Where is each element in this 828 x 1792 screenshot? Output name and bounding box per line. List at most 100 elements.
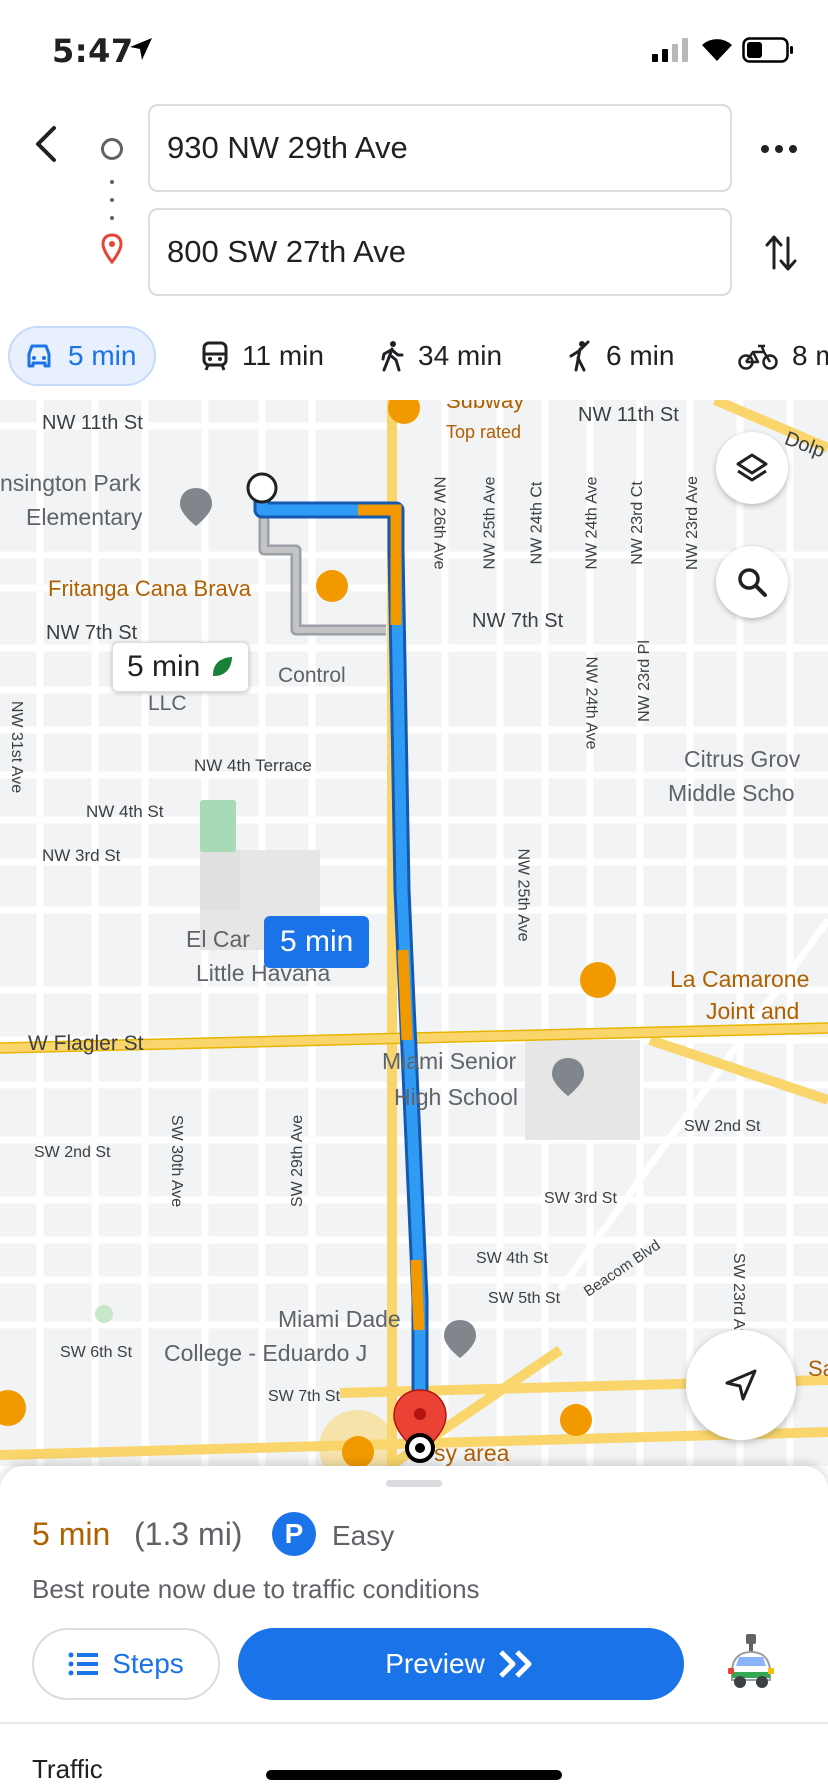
place-label-restaurant[interactable]: Fritanga Cana Brava <box>48 576 251 602</box>
place-label-school[interactable]: Citrus Grov <box>684 746 800 773</box>
street-label: SW 30th Ave <box>168 1114 186 1208</box>
route-reason: Best route now due to traffic conditions <box>32 1574 480 1604</box>
eta-text: 5 min <box>32 1516 111 1552</box>
street-label: NW 11th St <box>578 404 679 426</box>
sheet-drag-handle[interactable] <box>386 1480 442 1487</box>
park-area <box>200 800 236 852</box>
place-label-college[interactable]: College - Eduardo J <box>164 1340 367 1367</box>
route-details-sheet[interactable]: 5 min (1.3 mi) P Easy Best route now due… <box>0 1466 828 1792</box>
restaurant-icon[interactable] <box>560 1404 592 1436</box>
walk-icon <box>381 341 404 372</box>
list-icon <box>68 1652 99 1676</box>
place-label-business[interactable]: Control <box>278 664 346 688</box>
eco-leaf-icon <box>213 656 233 677</box>
location-arrow-icon <box>130 38 152 60</box>
street-label: SW 4th St <box>476 1250 549 1267</box>
preview-button-label: Preview <box>385 1648 485 1679</box>
tab-walking[interactable]: 34 min <box>380 326 502 386</box>
street-label: NW 24th Ave <box>582 656 600 750</box>
park-dot <box>95 1305 113 1323</box>
swap-icon[interactable] <box>764 232 798 274</box>
street-label: SW 5th St <box>488 1290 561 1307</box>
back-arrow-icon[interactable] <box>26 122 66 166</box>
place-label-business[interactable]: LLC <box>148 692 187 716</box>
destination-field[interactable]: 800 SW 27th Ave <box>148 208 732 296</box>
street-label: NW 24th Ave <box>583 476 601 570</box>
street-label: NW 4th Terrace <box>194 756 312 775</box>
traffic-slow-segment <box>410 1259 425 1331</box>
place-label-restaurant[interactable]: La Camarone <box>670 966 809 993</box>
search-map-button[interactable] <box>716 546 788 618</box>
clock: 5:47 <box>52 32 134 70</box>
recenter-button[interactable] <box>686 1330 796 1440</box>
street-label: NW 25th Ave <box>514 848 532 942</box>
street-label: NW 26th Ave <box>430 476 448 570</box>
place-label-college[interactable]: Miami Dade <box>278 1306 401 1333</box>
preview-button[interactable]: Preview <box>238 1628 684 1700</box>
place-label-school[interactable]: nsington Park <box>0 470 141 497</box>
street-label: NW 23rd Ave <box>683 476 701 570</box>
tab-transit[interactable]: 11 min <box>202 326 324 386</box>
street-label: NW 7th St <box>472 610 564 632</box>
tab-transit-label: 11 min <box>242 340 324 371</box>
search-icon <box>738 568 767 597</box>
tab-rideshare[interactable]: 6 min <box>566 326 674 386</box>
traffic-section-title: Traffic <box>32 1754 103 1784</box>
place-label-school[interactable]: Miami Senior <box>382 1048 516 1075</box>
place-label-subway[interactable]: Subway <box>446 400 524 414</box>
wifi-icon <box>702 39 732 61</box>
double-chevron-right-icon <box>499 1650 532 1678</box>
steps-button[interactable]: Steps <box>32 1628 220 1700</box>
street-label: NW 4th St <box>86 802 164 821</box>
main-route-label[interactable]: 5 min <box>264 916 370 968</box>
origin-field[interactable]: 930 NW 29th Ave <box>148 104 732 192</box>
layers-button[interactable] <box>716 432 788 504</box>
college-pin-icon[interactable] <box>444 1320 476 1358</box>
map-canvas[interactable] <box>0 400 828 1466</box>
distance-text: (1.3 mi) <box>134 1516 243 1552</box>
tab-driving[interactable]: 5 min <box>8 326 157 386</box>
steps-button-label: Steps <box>112 1648 184 1679</box>
street-label: SW 29th Ave <box>289 1114 307 1208</box>
street-view-car-icon[interactable] <box>726 1632 776 1696</box>
rideshare-icon <box>569 340 590 372</box>
place-label-school[interactable]: High School <box>394 1084 518 1111</box>
origin-marker <box>246 472 278 504</box>
tab-cycling[interactable]: 8 m <box>738 326 828 386</box>
transit-icon <box>202 341 228 371</box>
alt-route-label[interactable]: 5 min <box>112 642 250 692</box>
street-label: SW 3rd St <box>544 1190 617 1207</box>
tab-rideshare-label: 6 min <box>606 340 675 371</box>
car-icon <box>27 344 51 368</box>
travel-mode-tabs: 5 min 11 min 34 min 6 min 8 m <box>0 322 828 390</box>
street-label: SW 2nd St <box>684 1118 761 1135</box>
street-label: SW 6th St <box>60 1344 133 1361</box>
navigation-arrow-icon <box>725 1369 757 1401</box>
street-label: NW 31st Ave <box>8 700 26 794</box>
street-label: W Flagler St <box>28 1032 144 1055</box>
destination-pin-icon <box>101 233 123 265</box>
sheet-divider <box>0 1722 828 1724</box>
place-label-school[interactable]: Elementary <box>26 504 142 531</box>
street-label: NW 3rd St <box>42 846 121 865</box>
tab-driving-label: 5 min <box>68 340 137 371</box>
bike-icon <box>738 344 778 370</box>
home-indicator[interactable] <box>266 1770 562 1780</box>
place-label-restaurant[interactable]: Joint and <box>706 998 799 1025</box>
street-label: SW 7th St <box>268 1388 341 1405</box>
traffic-slow-segment <box>397 949 413 1041</box>
status-bar: 5:47 <box>0 0 828 100</box>
tab-cycling-label: 8 m <box>792 340 828 371</box>
restaurant-icon[interactable] <box>580 962 616 998</box>
restaurant-icon[interactable] <box>0 1390 26 1426</box>
alt-route-time: 5 min <box>127 650 201 683</box>
map-view[interactable]: NW 11th St NW 11th St Dolp NW 7th St NW … <box>0 400 828 1466</box>
place-label-neighborhood[interactable]: El Car <box>186 926 250 953</box>
origin-circle-icon <box>101 138 123 160</box>
more-options-icon[interactable] <box>760 144 798 154</box>
place-label-parking: sy area <box>434 1440 510 1466</box>
building-block <box>200 850 240 910</box>
layers-icon <box>736 453 768 482</box>
fritanga-restaurant-icon[interactable] <box>316 570 348 602</box>
place-label-school[interactable]: Middle Scho <box>668 780 795 807</box>
